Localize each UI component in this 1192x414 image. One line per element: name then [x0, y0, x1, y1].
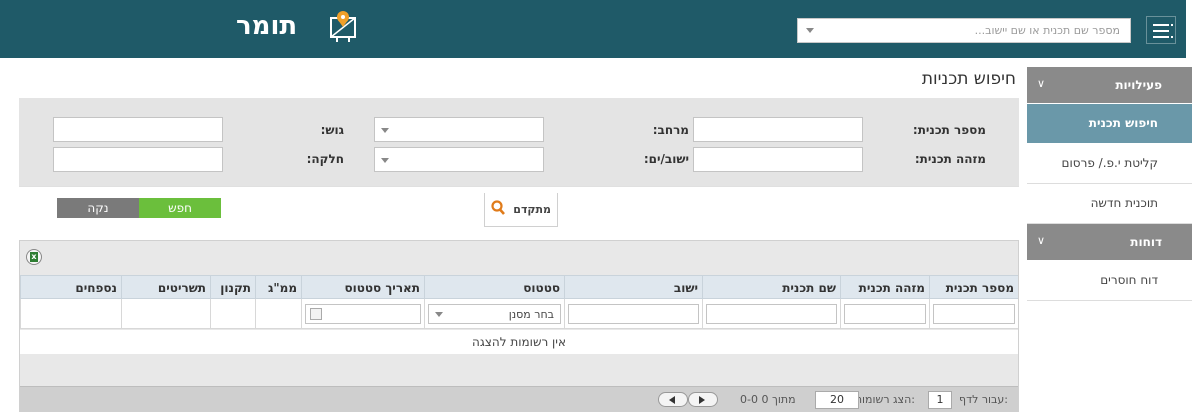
chevron-down-icon: ∨: [1037, 77, 1046, 90]
map-pin-board-icon: [330, 11, 356, 42]
column-header[interactable]: תקנון: [210, 276, 255, 300]
plan-id-filter[interactable]: [844, 304, 926, 324]
results-grid: x מספר תכנית מזהה תכנית שם תכנית ישוב סט…: [19, 240, 1019, 412]
sidebar-item-label: דוח חוסרים: [1100, 273, 1158, 287]
search-icon: [491, 200, 505, 215]
status-filter-value: בחר מסנן: [508, 308, 554, 321]
plan-number-filter[interactable]: [933, 304, 1015, 324]
settlement-select[interactable]: [374, 147, 544, 172]
chevron-down-icon: ∨: [1037, 234, 1046, 247]
sidebar: פעילויות ∨ חיפוש תכנית קליטת י.פ./ פרסום…: [1027, 67, 1192, 301]
status-filter-select[interactable]: בחר מסנן: [428, 304, 561, 324]
column-header[interactable]: ממ"ג: [255, 276, 301, 300]
parcel-label: חלקה:: [306, 152, 344, 166]
plan-id-label: מזהה תכנית:: [914, 152, 986, 166]
plan-id-input[interactable]: [693, 147, 863, 172]
app-logo-text: תומר: [236, 11, 298, 41]
plan-search-input[interactable]: מספר שם תכנית או שם יישוב...: [797, 18, 1131, 43]
sidebar-item-label: קליטת י.פ./ פרסום: [1061, 156, 1158, 170]
search-form: מספר תכנית: מזהה תכנית: מרחב: ישוב/ים: ג…: [19, 98, 1019, 186]
advanced-label: מתקדם: [513, 203, 551, 216]
search-placeholder: מספר שם תכנית או שם יישוב...: [974, 24, 1120, 37]
sidebar-item-new-plan[interactable]: תוכנית חדשה: [1027, 184, 1192, 224]
page-size-select[interactable]: 20: [815, 391, 859, 409]
sidebar-item-plan-search[interactable]: חיפוש תכנית: [1027, 104, 1192, 144]
chevron-down-icon: [381, 128, 389, 133]
excel-export-icon[interactable]: x: [26, 249, 42, 265]
sidebar-item-publication-intake[interactable]: קליטת י.פ./ פרסום: [1027, 144, 1192, 184]
column-header[interactable]: תשריטים: [121, 276, 210, 300]
status-date-filter[interactable]: [305, 304, 421, 324]
sidebar-section-label: דוחות: [1130, 235, 1162, 249]
sidebar-item-label: חיפוש תכנית: [1088, 116, 1158, 130]
chevron-down-icon: [435, 312, 443, 317]
sidebar-item-missing-report[interactable]: דוח חוסרים: [1027, 261, 1192, 301]
column-header[interactable]: מספר תכנית: [929, 276, 1018, 300]
column-header[interactable]: מזהה תכנית: [840, 276, 929, 300]
column-header[interactable]: סטטוס: [424, 276, 564, 300]
column-header[interactable]: ישוב: [564, 276, 702, 300]
plan-number-input[interactable]: [693, 117, 863, 142]
advanced-search-toggle[interactable]: מתקדם: [484, 193, 558, 227]
form-divider: [19, 186, 1019, 187]
sidebar-section-activities[interactable]: פעילויות ∨: [1027, 67, 1192, 104]
clear-button[interactable]: נקה: [57, 198, 139, 218]
column-header[interactable]: שם תכנית: [702, 276, 840, 300]
hamburger-menu-icon[interactable]: [1146, 16, 1176, 44]
district-select[interactable]: [374, 117, 544, 142]
column-header[interactable]: נספחים: [20, 276, 121, 300]
record-range: 0-0 מתוך 0: [740, 393, 796, 406]
chevron-down-icon: [381, 158, 389, 163]
goto-page-label: עבור לדף:: [959, 393, 1008, 406]
settlement-label: ישוב/ים:: [643, 152, 689, 166]
plan-number-label: מספר תכנית:: [912, 123, 986, 137]
block-input[interactable]: [53, 117, 223, 142]
app-header: מספר שם תכנית או שם יישוב... תומר: [0, 0, 1186, 58]
plan-name-filter[interactable]: [706, 304, 837, 324]
chevron-down-icon[interactable]: [806, 28, 814, 33]
parcel-input[interactable]: [53, 147, 223, 172]
column-header[interactable]: תאריך סטטוס: [301, 276, 424, 300]
table-header: מספר תכנית מזהה תכנית שם תכנית ישוב סטטו…: [20, 275, 1018, 300]
district-label: מרחב:: [652, 123, 689, 137]
settlement-filter[interactable]: [568, 304, 699, 324]
filter-row: בחר מסנן: [20, 299, 1018, 329]
empty-message: אין רשומות להצגה: [20, 330, 1018, 354]
pager: עבור לדף: 1 הצג רשומות: 20 0-0 מתוך 0: [20, 386, 1018, 412]
page-number-input[interactable]: 1: [928, 391, 952, 409]
block-label: גוש:: [320, 123, 344, 137]
calendar-icon[interactable]: [310, 308, 322, 320]
page-size-label: הצג רשומות:: [854, 393, 915, 406]
sidebar-section-reports[interactable]: דוחות ∨: [1027, 224, 1192, 261]
pager-next-button[interactable]: [688, 392, 718, 407]
pager-prev-button[interactable]: [658, 392, 688, 407]
sidebar-section-label: פעילויות: [1115, 78, 1162, 92]
search-button[interactable]: חפש: [139, 198, 221, 218]
sidebar-item-label: תוכנית חדשה: [1090, 196, 1158, 210]
page-title: חיפוש תכניות: [921, 69, 1016, 89]
